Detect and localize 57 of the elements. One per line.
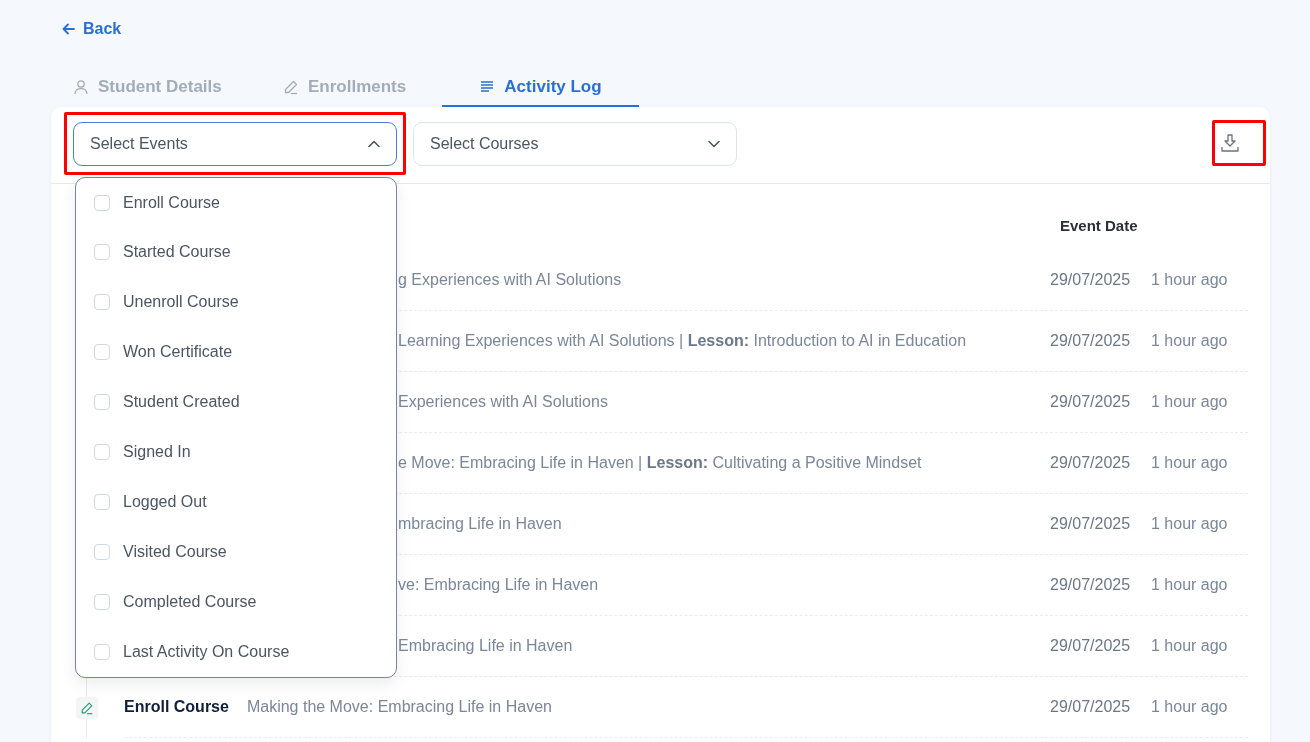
relative-time: 1 hour ago [1151, 576, 1229, 594]
pencil-icon [283, 79, 299, 95]
menu-item[interactable]: Started Course [76, 227, 396, 277]
relative-time: 1 hour ago [1151, 454, 1229, 472]
download-icon [1220, 133, 1240, 153]
checkbox[interactable] [94, 644, 110, 660]
checkbox[interactable] [94, 594, 110, 610]
event-details: g Experiences with AI Solutions [398, 271, 622, 289]
event-date: 29/07/2025 [1050, 454, 1132, 472]
event-date: 29/07/2025 [1050, 576, 1132, 594]
menu-item[interactable]: Unenroll Course [76, 277, 396, 327]
event-date: 29/07/2025 [1050, 393, 1132, 411]
checkbox[interactable] [94, 294, 110, 310]
event-details: e Move: Embracing Life in Haven | Lesson: Cultivating a Positive Mindset [398, 454, 922, 472]
chevron-up-icon [368, 140, 380, 148]
select-field[interactable]: Select Courses [413, 122, 737, 166]
menu-item[interactable]: Won Certificate [76, 327, 396, 377]
relative-time: 1 hour ago [1151, 698, 1229, 716]
event-details: Making the Move: Embracing Life in Haven [246, 698, 552, 716]
event-details: mbracing Life in Haven [398, 515, 562, 533]
event-date: 29/07/2025 [1050, 637, 1132, 655]
person-icon [73, 79, 89, 95]
arrow-left-icon [62, 23, 75, 35]
checkbox[interactable] [94, 494, 110, 510]
list-icon [479, 79, 496, 95]
menu-item[interactable]: Enroll Course [76, 178, 396, 227]
event-details: ve: Embracing Life in Haven [398, 576, 599, 594]
chevron-down-icon [708, 140, 720, 148]
relative-time: 1 hour ago [1151, 332, 1229, 350]
checkbox[interactable] [94, 244, 110, 260]
checkbox[interactable] [94, 544, 110, 560]
relative-time: 1 hour ago [1151, 393, 1229, 411]
event-date: 29/07/2025 [1050, 515, 1132, 533]
event-date: 29/07/2025 [1050, 271, 1132, 289]
checkbox[interactable] [94, 344, 110, 360]
menu-item[interactable]: Visited Course [76, 527, 396, 577]
event-details: Learning Experiences with AI Solutions | Lesson: Introduction to AI in Education [398, 332, 967, 350]
column-header: Event Date [1060, 216, 1139, 234]
select-field[interactable]: Select Events [73, 122, 397, 166]
event-date: 29/07/2025 [1050, 698, 1132, 716]
event-name: Enroll Course [124, 698, 229, 716]
relative-time: 1 hour ago [1151, 637, 1229, 655]
event-date: 29/07/2025 [1050, 332, 1132, 350]
back-link[interactable]: Back [62, 18, 122, 40]
menu-item[interactable]: Last Activity On Course [76, 627, 396, 677]
menu-item[interactable]: Completed Course [76, 577, 396, 627]
relative-time: 1 hour ago [1151, 515, 1229, 533]
relative-time: 1 hour ago [1151, 271, 1229, 289]
checkbox[interactable] [94, 194, 110, 211]
checkbox[interactable] [94, 394, 110, 410]
event-details: Experiences with AI Solutions [398, 393, 608, 411]
menu-item[interactable]: Signed In [76, 427, 396, 477]
event-details: Embracing Life in Haven [398, 637, 573, 655]
checkbox[interactable] [94, 444, 110, 460]
menu-item[interactable]: Student Created [76, 377, 396, 427]
menu-item[interactable]: Logged Out [76, 477, 396, 527]
download-button[interactable] [1218, 131, 1242, 155]
